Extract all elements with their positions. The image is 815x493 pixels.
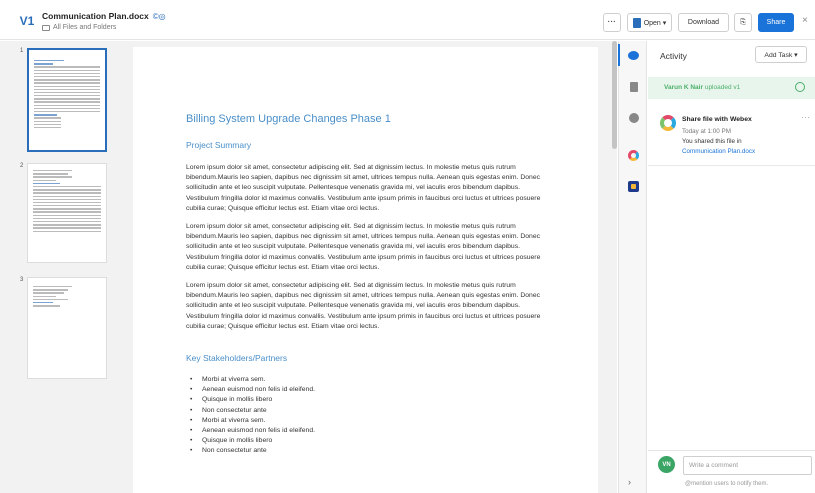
chat-icon[interactable]	[627, 49, 640, 62]
version-info-icon[interactable]	[795, 82, 805, 92]
paragraph: Lorem ipsum dolor sit amet, consectetur …	[186, 282, 541, 330]
page-thumbnail-3[interactable]	[27, 277, 107, 379]
list-item: Non consectetur ante	[190, 406, 315, 416]
message-icon[interactable]	[627, 111, 640, 124]
paragraph: Lorem ipsum dolor sit amet, consectetur …	[186, 223, 541, 271]
list-item: Morbi at viverra sem.	[190, 375, 315, 385]
comment-input[interactable]: Write a comment	[683, 456, 812, 475]
breadcrumb-path[interactable]: All Files and Folders	[53, 24, 116, 31]
share-button[interactable]: Share	[758, 13, 794, 32]
add-task-button[interactable]: Add Task ▾	[755, 46, 807, 63]
feed-timestamp: Today at 1:00 PM	[682, 128, 732, 135]
close-icon[interactable]: ×	[802, 15, 808, 26]
document-viewer[interactable]: Billing System Upgrade Changes Phase 1 P…	[118, 41, 613, 493]
document-title: Billing System Upgrade Changes Phase 1	[186, 113, 391, 125]
copy-link-button[interactable]: ⎘	[734, 13, 752, 32]
sidebar-rail: ›	[618, 41, 647, 493]
upload-user: Varun K Nair	[664, 84, 704, 91]
upload-action: uploaded v1	[704, 84, 741, 91]
collaboration-icon[interactable]: ©◎	[153, 12, 166, 21]
feed-description: You shared this file in	[682, 138, 742, 145]
panel-title: Activity	[660, 51, 687, 61]
word-doc-icon	[632, 17, 641, 28]
top-bar: V1 Communication Plan.docx ©◎ All Files …	[0, 0, 815, 40]
feed-file-link[interactable]: Communication Plan.docx	[682, 148, 755, 155]
more-options-button[interactable]: ···	[603, 13, 621, 32]
section-heading: Key Stakeholders/Partners	[186, 353, 288, 363]
stakeholder-list: Morbi at viverra sem. Aenean euismod non…	[190, 375, 315, 457]
paragraph: Lorem ipsum dolor sit amet, consectetur …	[186, 164, 541, 212]
page-thumbnail-2[interactable]	[27, 163, 107, 263]
page-number: 3	[20, 277, 24, 283]
download-button[interactable]: Download	[678, 13, 729, 32]
upload-text: Varun K Nair uploaded v1	[664, 84, 740, 91]
document-scrollbar[interactable]	[612, 41, 617, 493]
webex-icon	[660, 115, 676, 131]
open-button[interactable]: Open ▾	[627, 13, 672, 32]
page-number: 2	[20, 163, 24, 169]
version-badge[interactable]: V1	[15, 11, 39, 31]
activity-panel: Activity Add Task ▾ Varun K Nair uploade…	[648, 41, 815, 493]
webex-icon[interactable]	[627, 149, 640, 162]
page-thumbnail-1[interactable]	[27, 48, 107, 152]
page-thumbnails: 1 2 3	[0, 41, 118, 493]
collapse-chevron-icon[interactable]: ›	[628, 477, 631, 487]
list-item: Quisque in mollis libero	[190, 395, 315, 405]
scrollbar-thumb[interactable]	[612, 41, 617, 149]
page-number: 1	[20, 48, 24, 54]
active-indicator	[618, 44, 620, 66]
file-title: Communication Plan.docx ©◎	[42, 11, 166, 21]
app-icon[interactable]	[627, 180, 640, 193]
file-name: Communication Plan.docx	[42, 11, 149, 21]
avatar: VN	[658, 456, 675, 473]
list-item: Morbi at viverra sem.	[190, 416, 315, 426]
breadcrumb[interactable]: All Files and Folders	[42, 24, 116, 31]
list-item: Aenean euismod non felis id eleifend.	[190, 426, 315, 436]
divider	[648, 450, 815, 451]
section-heading: Project Summary	[186, 140, 252, 150]
version-upload-banner: Varun K Nair uploaded v1	[648, 77, 815, 99]
link-icon: ⎘	[740, 18, 746, 26]
feed-item-title: Share file with Webex	[682, 116, 752, 123]
open-button-label: Open ▾	[643, 19, 667, 27]
list-item: Aenean euismod non felis id eleifend.	[190, 385, 315, 395]
document-icon[interactable]	[627, 80, 640, 93]
mention-hint: @mention users to notify them.	[685, 481, 769, 487]
list-item: Quisque in mollis libero	[190, 436, 315, 446]
divider	[648, 165, 815, 166]
document-page: Billing System Upgrade Changes Phase 1 P…	[133, 47, 598, 493]
folder-icon	[42, 24, 50, 31]
feed-more-icon[interactable]: ···	[801, 113, 811, 122]
list-item: Non consectetur ante	[190, 446, 315, 456]
